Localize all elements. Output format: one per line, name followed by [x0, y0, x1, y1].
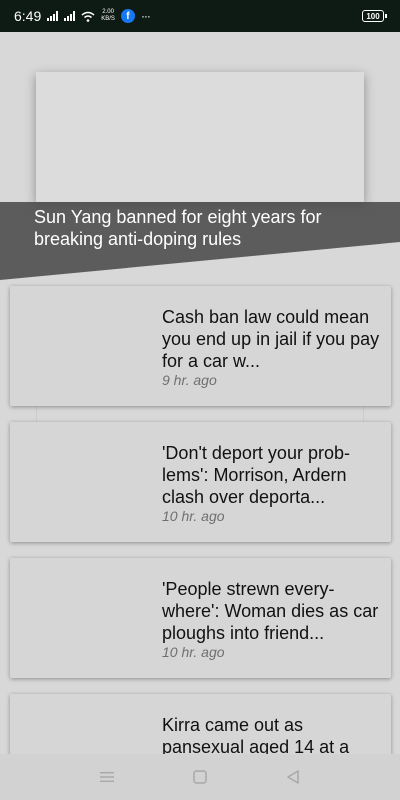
- battery-icon: 100: [362, 10, 387, 22]
- article-thumbnail: [10, 286, 150, 406]
- status-time: 6:49: [14, 8, 42, 24]
- article-title: Cash ban law could mean you end up in ja…: [162, 307, 380, 371]
- article-thumbnail: [10, 694, 150, 754]
- network-speed: 2.00 KB/S: [101, 9, 115, 23]
- status-bar: 6:49 2.00 KB/S f ··· 100: [0, 0, 400, 32]
- wifi-icon: [81, 11, 95, 22]
- hero-title[interactable]: Sun Yang banned for eight years for brea…: [34, 206, 384, 250]
- article-title: 'Don't deport your prob-lems': Morrison,…: [162, 443, 350, 507]
- article-title: 'People strewn every-where': Woman dies …: [162, 579, 379, 643]
- article-time: 10 hr. ago: [162, 644, 225, 660]
- back-triangle-icon: [287, 770, 300, 784]
- more-notifications-icon: ···: [140, 9, 151, 23]
- menu-button[interactable]: [87, 757, 127, 797]
- facebook-notification-icon: f: [120, 9, 135, 23]
- home-button[interactable]: [180, 757, 220, 797]
- hero-article[interactable]: Sun Yang banned for eight years for brea…: [0, 32, 400, 280]
- article-thumbnail: [10, 558, 150, 678]
- network-speed-unit: KB/S: [101, 16, 115, 22]
- article-time: 9 hr. ago: [162, 372, 217, 388]
- article-thumbnail: [10, 422, 150, 542]
- system-navigation-bar: [0, 754, 400, 800]
- article-card[interactable]: Kirra came out as pansexual aged 14 at a…: [10, 694, 391, 754]
- status-left: 6:49 2.00 KB/S f ···: [14, 8, 151, 24]
- article-card[interactable]: Cash ban law could mean you end up in ja…: [10, 286, 391, 406]
- menu-icon: [99, 772, 114, 782]
- home-square-icon: [193, 770, 207, 784]
- article-title: Kirra came out as pansexual aged 14 at a…: [162, 715, 350, 754]
- back-button[interactable]: [273, 757, 313, 797]
- news-feed[interactable]: Sun Yang banned for eight years for brea…: [0, 32, 400, 754]
- article-card[interactable]: 'Don't deport your prob-lems': Morrison,…: [10, 422, 391, 542]
- network-speed-value: 2.00: [102, 9, 114, 15]
- signal-icon: [47, 11, 59, 21]
- article-time: 10 hr. ago: [162, 508, 225, 524]
- hero-image[interactable]: [36, 72, 364, 202]
- article-card[interactable]: 'People strewn every-where': Woman dies …: [10, 558, 391, 678]
- signal-icon-2: [64, 11, 76, 21]
